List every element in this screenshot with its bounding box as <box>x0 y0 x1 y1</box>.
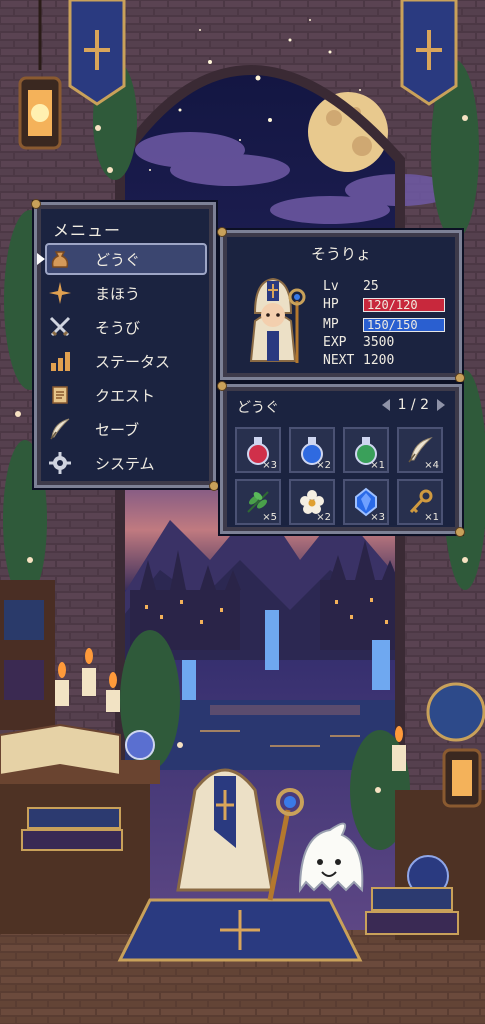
menu-item-label: そうび <box>95 318 141 337</box>
next-value: 1200 <box>363 353 395 368</box>
menu-item-label: まほう <box>95 284 141 303</box>
mp-row: MP 150/150 <box>323 317 445 332</box>
inventory-slot[interactable]: ×3 <box>343 479 389 525</box>
item-quantity: ×4 <box>424 460 439 471</box>
item-quantity: ×1 <box>424 512 439 523</box>
level-row: Lv 25 <box>323 279 379 294</box>
hp-label: HP <box>323 297 339 312</box>
next-label: NEXT <box>323 353 355 368</box>
main-menu-panel: メニュー どうぐ まほう そうび ステータス クエスト セーブ システム <box>31 199 219 491</box>
item-quantity: ×3 <box>262 460 277 471</box>
exp-row: EXP 3500 <box>323 335 394 350</box>
menu-item-label: セーブ <box>95 420 140 439</box>
sparkle-icon <box>47 280 73 306</box>
inventory-panel: どうぐ 1 / 2 ×3 ×2 ×1 ×4 ×5 ×2 ×3 ×1 <box>217 381 465 537</box>
inventory-slot[interactable]: ×5 <box>235 479 281 525</box>
menu-item-equipment[interactable]: そうび <box>47 313 205 341</box>
menu-item-quest[interactable]: クエスト <box>47 381 205 409</box>
menu-item-label: クエスト <box>95 386 156 405</box>
level-label: Lv <box>323 279 339 294</box>
item-quantity: ×3 <box>370 512 385 523</box>
menu-title: メニュー <box>53 221 122 240</box>
inventory-slot[interactable]: ×1 <box>397 479 443 525</box>
next-page-arrow-icon[interactable] <box>437 399 445 411</box>
item-quantity: ×2 <box>316 460 331 471</box>
page-number: 1 / 2 <box>397 397 429 413</box>
menu-item-label: ステータス <box>95 352 171 371</box>
scroll-icon <box>47 382 73 408</box>
inventory-slot[interactable]: ×2 <box>289 479 335 525</box>
gear-icon <box>47 450 73 476</box>
inventory-title: どうぐ <box>237 400 279 416</box>
exp-label: EXP <box>323 335 347 350</box>
inventory-slot[interactable]: ×4 <box>397 427 443 473</box>
menu-item-items[interactable]: どうぐ <box>37 243 207 275</box>
prev-page-arrow-icon[interactable] <box>381 399 390 411</box>
quill-icon <box>47 416 73 442</box>
mp-bar: 150/150 <box>363 317 445 332</box>
level-value: 25 <box>363 279 379 294</box>
item-quantity: ×1 <box>370 460 385 471</box>
menu-item-label: どうぐ <box>95 250 141 269</box>
priest-portrait <box>235 271 311 367</box>
menu-item-label: システム <box>95 454 155 473</box>
item-quantity: ×5 <box>262 512 277 523</box>
menu-item-status[interactable]: ステータス <box>47 347 205 375</box>
inventory-slot[interactable]: ×2 <box>289 427 335 473</box>
crossed-swords-icon <box>47 314 73 340</box>
character-status-panel: そうりょ Lv 25 HP 120/120 MP 150/150 EXP 350… <box>217 227 465 383</box>
selection-cursor-icon <box>37 253 45 265</box>
next-row: NEXT 1200 <box>323 353 394 368</box>
mp-label: MP <box>323 317 339 332</box>
exp-value: 3500 <box>363 335 395 350</box>
page-indicator: 1 / 2 <box>381 397 445 413</box>
character-name: そうりょ <box>310 245 371 263</box>
bar-chart-icon <box>47 348 73 374</box>
inventory-slot[interactable]: ×1 <box>343 427 389 473</box>
inventory-slot[interactable]: ×3 <box>235 427 281 473</box>
menu-item-system[interactable]: システム <box>47 449 205 477</box>
bag-icon <box>47 246 73 272</box>
menu-item-save[interactable]: セーブ <box>47 415 205 443</box>
hp-bar: 120/120 <box>363 297 445 312</box>
menu-item-magic[interactable]: まほう <box>47 279 205 307</box>
hp-row: HP 120/120 <box>323 297 445 312</box>
item-quantity: ×2 <box>316 512 331 523</box>
